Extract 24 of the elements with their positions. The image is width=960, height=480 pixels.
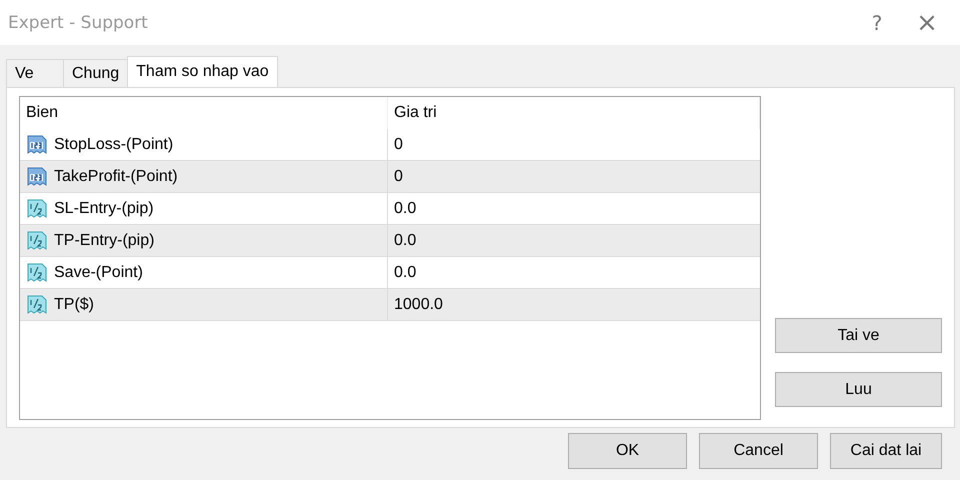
parameter-name: TakeProfit-(Point): [54, 168, 178, 186]
help-button[interactable]: ?: [852, 2, 902, 42]
parameter-name: SL-Entry-(pip): [54, 200, 154, 218]
parameter-name: TP-Entry-(pip): [54, 232, 154, 250]
parameter-value[interactable]: 0: [394, 136, 403, 154]
window-title: Expert - Support: [8, 12, 149, 32]
parameter-value[interactable]: 1000.0: [394, 296, 443, 314]
parameter-value[interactable]: 0.0: [394, 200, 416, 218]
parameter-value[interactable]: 0.0: [394, 232, 416, 250]
action-button[interactable]: Tai ve: [775, 318, 942, 353]
dialog-button[interactable]: Cancel: [699, 433, 818, 469]
dialog-button[interactable]: OK: [568, 433, 687, 469]
column-header[interactable]: Gia tri: [388, 97, 760, 129]
parameter-name: Save-(Point): [54, 264, 143, 282]
tab[interactable]: Tham so nhap vao: [127, 56, 278, 87]
close-button[interactable]: ×: [902, 2, 952, 42]
parameter-name: StopLoss-(Point): [54, 136, 174, 154]
column-header[interactable]: Bien: [20, 97, 388, 129]
action-button[interactable]: Luu: [775, 372, 942, 407]
dialog-button[interactable]: Cai dat lai: [830, 433, 942, 469]
parameter-value[interactable]: 0.0: [394, 264, 416, 282]
tab[interactable]: Ve: [6, 59, 64, 87]
parameter-name: TP($): [54, 296, 94, 314]
parameter-value[interactable]: 0: [394, 168, 403, 186]
